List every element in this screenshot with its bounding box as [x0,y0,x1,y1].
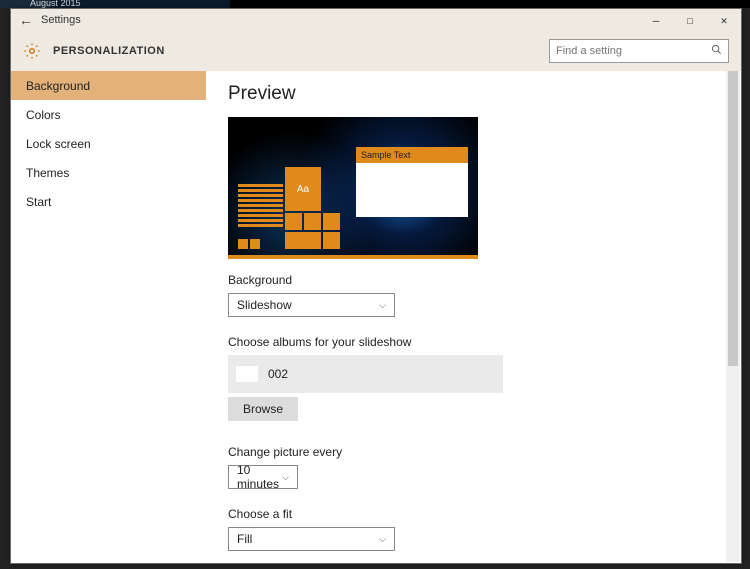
main-content: Preview Aa [206,71,741,563]
vertical-scrollbar[interactable] [726,71,740,562]
sidebar-item-label: Lock screen [26,137,91,151]
album-row[interactable]: 002 [228,355,503,393]
background-label: Background [228,273,719,287]
background-value: Slideshow [237,298,292,312]
settings-window: ← Settings — ☐ ✕ PERSONALIZATION Backgro… [10,8,742,564]
gear-icon [23,42,41,60]
sidebar-item-label: Background [26,79,90,93]
sidebar-item-themes[interactable]: Themes [11,158,206,187]
preview-heading: Preview [228,83,719,105]
chevron-down-icon: ⌵ [379,534,386,545]
sidebar-item-background[interactable]: Background [11,71,206,100]
title-bar: ← Settings — ☐ ✕ [11,9,741,31]
album-name: 002 [268,367,288,381]
preview-start-tiles: Aa [238,167,340,249]
sidebar-item-colors[interactable]: Colors [11,100,206,129]
sidebar-item-start[interactable]: Start [11,187,206,216]
fit-select[interactable]: Fill ⌵ [228,527,395,551]
albums-label: Choose albums for your slideshow [228,335,719,349]
header-bar: PERSONALIZATION [11,31,741,71]
search-icon [711,44,722,58]
scrollbar-thumb[interactable] [728,71,738,366]
album-thumb-icon [236,366,258,382]
page-title: PERSONALIZATION [53,45,165,57]
close-button[interactable]: ✕ [707,9,741,31]
browse-button[interactable]: Browse [228,397,298,421]
fit-label: Choose a fit [228,507,719,521]
preview-popup: Sample Text [356,147,468,217]
desktop-preview: Aa Sample Text [228,117,478,259]
sidebar-item-label: Themes [26,166,69,180]
change-interval-select[interactable]: 10 minutes ⌵ [228,465,298,489]
preview-aa-tile: Aa [285,167,321,211]
back-button[interactable]: ← [11,12,41,28]
sidebar-item-label: Colors [26,108,61,122]
fit-value: Fill [237,532,252,546]
desktop-taskbar-hint: August 2015 [0,0,750,8]
sidebar-item-lock-screen[interactable]: Lock screen [11,129,206,158]
chevron-down-icon: ⌵ [379,300,386,311]
change-picture-label: Change picture every [228,445,719,459]
sidebar: Background Colors Lock screen Themes Sta… [11,71,206,563]
chevron-down-icon: ⌵ [282,472,289,483]
window-title: Settings [41,14,81,26]
background-select[interactable]: Slideshow ⌵ [228,293,395,317]
search-input[interactable] [556,45,711,57]
search-box[interactable] [549,39,729,63]
maximize-button[interactable]: ☐ [673,9,707,31]
minimize-button[interactable]: — [639,9,673,31]
change-interval-value: 10 minutes [237,463,282,491]
preview-sample-text: Sample Text [356,147,468,163]
sidebar-item-label: Start [26,195,51,209]
